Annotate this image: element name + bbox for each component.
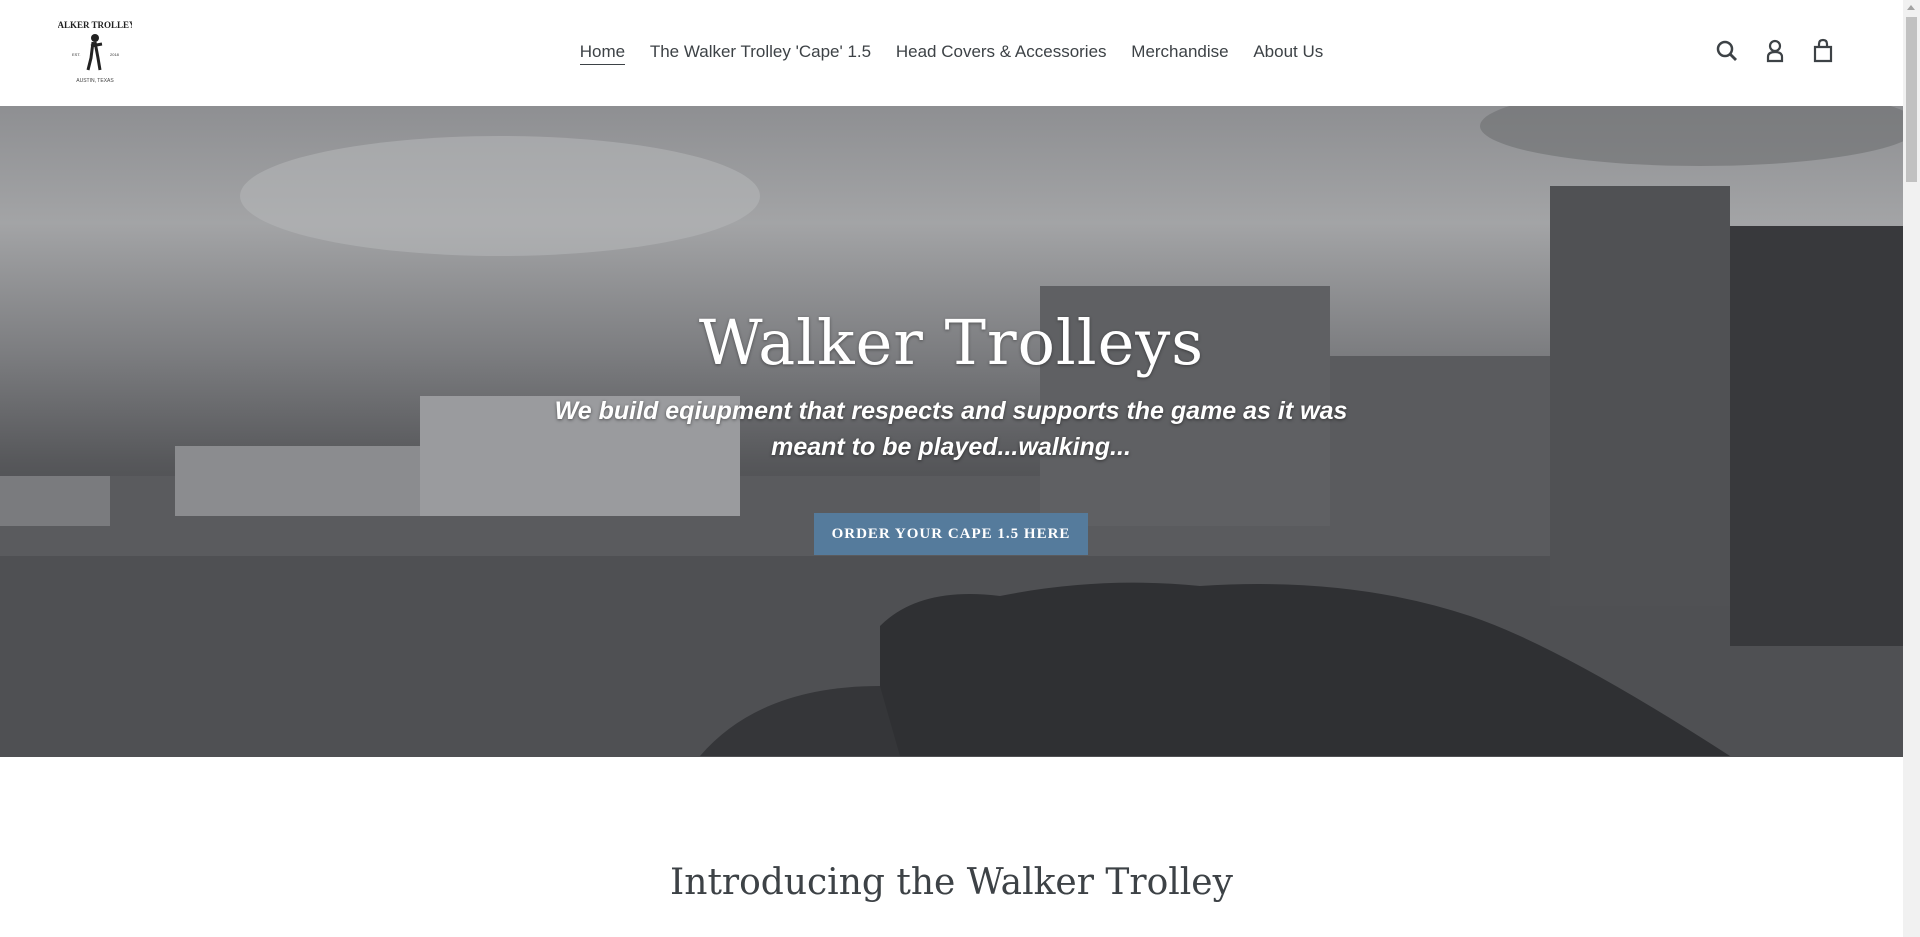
site-header: WALKER TROLLEYS EST. 2018 AUSTIN, TEXAS … (0, 0, 1903, 106)
cart-icon[interactable] (1810, 38, 1836, 64)
account-icon[interactable] (1762, 38, 1788, 64)
nav-home[interactable]: Home (579, 42, 626, 65)
main-nav: Home The Walker Trolley 'Cape' 1.5 Head … (0, 42, 1903, 65)
svg-text:WALKER TROLLEYS: WALKER TROLLEYS (58, 20, 132, 30)
search-icon[interactable] (1714, 38, 1740, 64)
hero-banner: Walker Trolleys We build eqiupment that … (0, 106, 1903, 757)
order-cape-button[interactable]: ORDER YOUR CAPE 1.5 HERE (814, 513, 1088, 555)
svg-text:AUSTIN, TEXAS: AUSTIN, TEXAS (76, 78, 114, 84)
nav-about-us[interactable]: About Us (1253, 42, 1323, 62)
scroll-up-arrow-icon[interactable] (1907, 5, 1915, 10)
nav-head-covers-accessories[interactable]: Head Covers & Accessories (896, 42, 1107, 62)
nav-merchandise[interactable]: Merchandise (1131, 42, 1228, 62)
intro-title: Introducing the Walker Trolley (670, 862, 1233, 903)
hero-subtitle: We build eqiupment that respects and sup… (554, 397, 1348, 461)
page-scrollbar[interactable] (1903, 0, 1920, 937)
header-icons (1714, 38, 1836, 64)
scrollbar-thumb[interactable] (1906, 17, 1917, 182)
hero-title: Walker Trolleys (698, 306, 1205, 379)
page: WALKER TROLLEYS EST. 2018 AUSTIN, TEXAS … (0, 0, 1903, 937)
nav-walker-trolley-cape[interactable]: The Walker Trolley 'Cape' 1.5 (650, 42, 871, 62)
